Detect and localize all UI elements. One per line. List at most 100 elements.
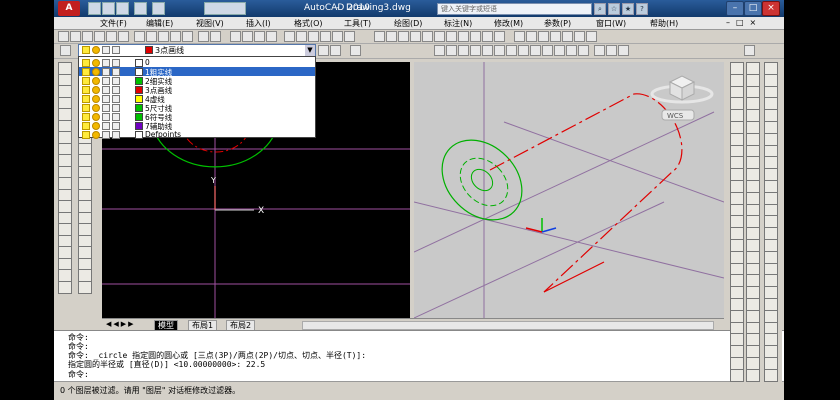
center-mark-icon[interactable] (578, 45, 589, 56)
layer-vp-freeze-icon[interactable] (102, 113, 110, 121)
tool-palettes-icon[interactable] (308, 31, 319, 42)
dim-update-icon[interactable] (618, 45, 629, 56)
quick-dimension-icon[interactable] (530, 45, 541, 56)
layer-thaw-icon[interactable] (92, 95, 100, 103)
undo-icon[interactable] (134, 2, 147, 15)
open-file-icon[interactable] (102, 2, 115, 15)
ucs-icon[interactable] (514, 31, 525, 42)
paste-icon[interactable] (158, 31, 169, 42)
view-back-icon[interactable] (446, 31, 457, 42)
menu-help[interactable]: 帮助(H) (650, 18, 678, 29)
layer-row[interactable]: 3点画线 (79, 85, 315, 95)
layer-lock-icon[interactable] (112, 59, 120, 67)
ucs-face-icon[interactable] (550, 31, 561, 42)
dim-text-edit-icon[interactable] (606, 45, 617, 56)
se-iso-icon[interactable] (470, 31, 481, 42)
layer-lock-icon[interactable] (112, 104, 120, 112)
menu-draw[interactable]: 绘图(D) (394, 18, 422, 29)
favorites-icon[interactable]: ★ (622, 3, 634, 15)
angular-dimension-icon[interactable] (518, 45, 529, 56)
command-window[interactable]: 命令: 命令: 命令: _circle 指定圆的圆心或 [三点(3P)/两点(2… (54, 330, 784, 381)
magnet-icon[interactable] (744, 45, 755, 56)
layer-thaw-icon[interactable] (92, 86, 100, 94)
layer-on-icon[interactable] (82, 95, 90, 103)
layer-on-icon[interactable] (82, 104, 90, 112)
tolerance-icon[interactable] (566, 45, 577, 56)
match-properties-icon[interactable] (170, 31, 181, 42)
diameter-dimension-icon[interactable] (506, 45, 517, 56)
layer-thaw-icon[interactable] (92, 131, 100, 139)
sheet-set-icon[interactable] (320, 31, 331, 42)
layer-vp-freeze-icon[interactable] (102, 86, 110, 94)
layer-thaw-icon[interactable] (92, 104, 100, 112)
ucs-origin-icon[interactable] (586, 31, 597, 42)
layer-thaw-icon[interactable] (92, 77, 100, 85)
layer-thaw-icon[interactable] (92, 59, 100, 67)
layer-lock-icon[interactable] (112, 77, 120, 85)
view-bottom-icon[interactable] (398, 31, 409, 42)
layer-on-icon[interactable] (82, 86, 90, 94)
view-toolbar-icon[interactable] (374, 31, 385, 42)
layer-lock-icon[interactable] (112, 86, 120, 94)
communication-center-icon[interactable]: ☆ (608, 3, 620, 15)
viewport-iso[interactable]: WCS (414, 62, 724, 318)
menu-tools[interactable]: 工具(T) (344, 18, 371, 29)
layer-lock-icon[interactable] (112, 122, 120, 130)
nw-iso-icon[interactable] (494, 31, 505, 42)
layer-row[interactable]: 2细实线 (79, 76, 315, 86)
layer-row[interactable]: 7辅助线 (79, 121, 315, 131)
layer-on-icon[interactable] (82, 77, 90, 85)
workspace-dropdown[interactable] (204, 2, 246, 15)
ucs-world-icon[interactable] (526, 31, 537, 42)
layer-vp-freeze-icon[interactable] (102, 95, 110, 103)
section-icon[interactable] (730, 368, 744, 382)
radius-dimension-icon[interactable] (482, 45, 493, 56)
ne-iso-icon[interactable] (482, 31, 493, 42)
section-icon[interactable] (746, 368, 760, 382)
cut-icon[interactable] (134, 31, 145, 42)
menu-insert[interactable]: 插入(I) (246, 18, 271, 29)
ucs-previous-icon[interactable] (538, 31, 549, 42)
baseline-icon[interactable] (542, 45, 553, 56)
sw-iso-icon[interactable] (458, 31, 469, 42)
zoom-realtime-icon[interactable] (242, 31, 253, 42)
layer-on-icon[interactable] (82, 113, 90, 121)
horizontal-scrollbar[interactable] (302, 321, 714, 330)
design-center-icon[interactable] (296, 31, 307, 42)
tab-nav-arrows[interactable]: ◀◀▶▶ (106, 320, 136, 328)
close-button[interactable]: × (762, 1, 780, 16)
layer-thaw-icon[interactable] (92, 113, 100, 121)
copy-icon[interactable] (146, 31, 157, 42)
properties-icon[interactable] (284, 31, 295, 42)
jogged-icon[interactable] (494, 45, 505, 56)
layer-row[interactable]: 4虚线 (79, 94, 315, 104)
arc-length-icon[interactable] (458, 45, 469, 56)
menu-view[interactable]: 视图(V) (196, 18, 224, 29)
dim-edit-icon[interactable] (594, 45, 605, 56)
layer-states-icon[interactable] (350, 45, 361, 56)
layer-lock-icon[interactable] (112, 131, 120, 139)
new-file-icon[interactable] (88, 2, 101, 15)
linear-dimension-icon[interactable] (434, 45, 445, 56)
redo-icon[interactable] (152, 2, 165, 15)
layer-vp-freeze-icon[interactable] (102, 68, 110, 76)
redo-toolbar-icon[interactable] (210, 31, 221, 42)
layer-on-icon[interactable] (82, 122, 90, 130)
view-left-icon[interactable] (410, 31, 421, 42)
view-top-icon[interactable] (386, 31, 397, 42)
save-icon[interactable] (82, 31, 93, 42)
ucs-object-icon[interactable] (562, 31, 573, 42)
layer-on-icon[interactable] (82, 131, 90, 139)
view-front-icon[interactable] (434, 31, 445, 42)
undo-toolbar-icon[interactable] (198, 31, 209, 42)
zoom-window-icon[interactable] (254, 31, 265, 42)
qnew-icon[interactable] (58, 31, 69, 42)
ucs-view-icon[interactable] (574, 31, 585, 42)
markup-icon[interactable] (332, 31, 343, 42)
layer-row[interactable]: 1粗实线 (79, 67, 315, 77)
document-window-controls[interactable]: –□× (726, 18, 762, 27)
autocad-logo-icon[interactable]: A (58, 1, 80, 16)
search-icon[interactable]: ⌕ (594, 3, 606, 15)
calculator-icon[interactable] (344, 31, 355, 42)
layer-lock-icon[interactable] (112, 95, 120, 103)
